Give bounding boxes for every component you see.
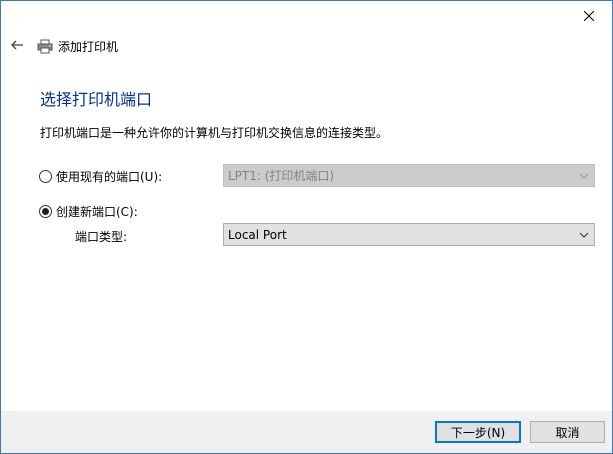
back-button[interactable] — [9, 38, 25, 54]
back-arrow-icon — [11, 39, 23, 53]
create-new-port-radio[interactable]: 创建新端口(C): — [39, 203, 138, 220]
page-heading: 选择打印机端口 — [40, 90, 153, 109]
add-printer-dialog: 添加打印机 选择打印机端口 打印机端口是一种允许你的计算机与打印机交换信息的连接… — [0, 0, 613, 454]
wizard-nav: 添加打印机 — [9, 37, 118, 55]
page-description: 打印机端口是一种允许你的计算机与打印机交换信息的连接类型。 — [40, 126, 389, 140]
existing-port-dropdown: LPT1: (打印机端口) — [223, 164, 595, 187]
chevron-down-icon — [574, 224, 594, 245]
port-type-dropdown[interactable]: Local Port — [223, 223, 595, 246]
chevron-down-icon — [574, 165, 594, 186]
printer-icon — [37, 38, 53, 54]
close-icon — [584, 11, 594, 21]
existing-port-value: LPT1: (打印机端口) — [228, 169, 335, 183]
wizard-title: 添加打印机 — [58, 39, 119, 54]
port-type-value: Local Port — [228, 227, 287, 242]
cancel-button[interactable]: 取消 — [530, 421, 605, 443]
use-existing-port-radio-circle[interactable] — [39, 170, 52, 183]
port-type-label: 端口类型: — [75, 230, 128, 244]
use-existing-port-radio[interactable]: 使用现有的端口(U): — [39, 168, 162, 185]
create-new-port-label: 创建新端口(C): — [56, 205, 138, 219]
dialog-footer: 下一步(N) 取消 — [1, 411, 612, 453]
next-button[interactable]: 下一步(N) — [435, 421, 521, 443]
create-new-port-radio-circle[interactable] — [39, 205, 52, 218]
close-button[interactable] — [566, 1, 612, 31]
use-existing-port-label: 使用现有的端口(U): — [56, 170, 163, 184]
